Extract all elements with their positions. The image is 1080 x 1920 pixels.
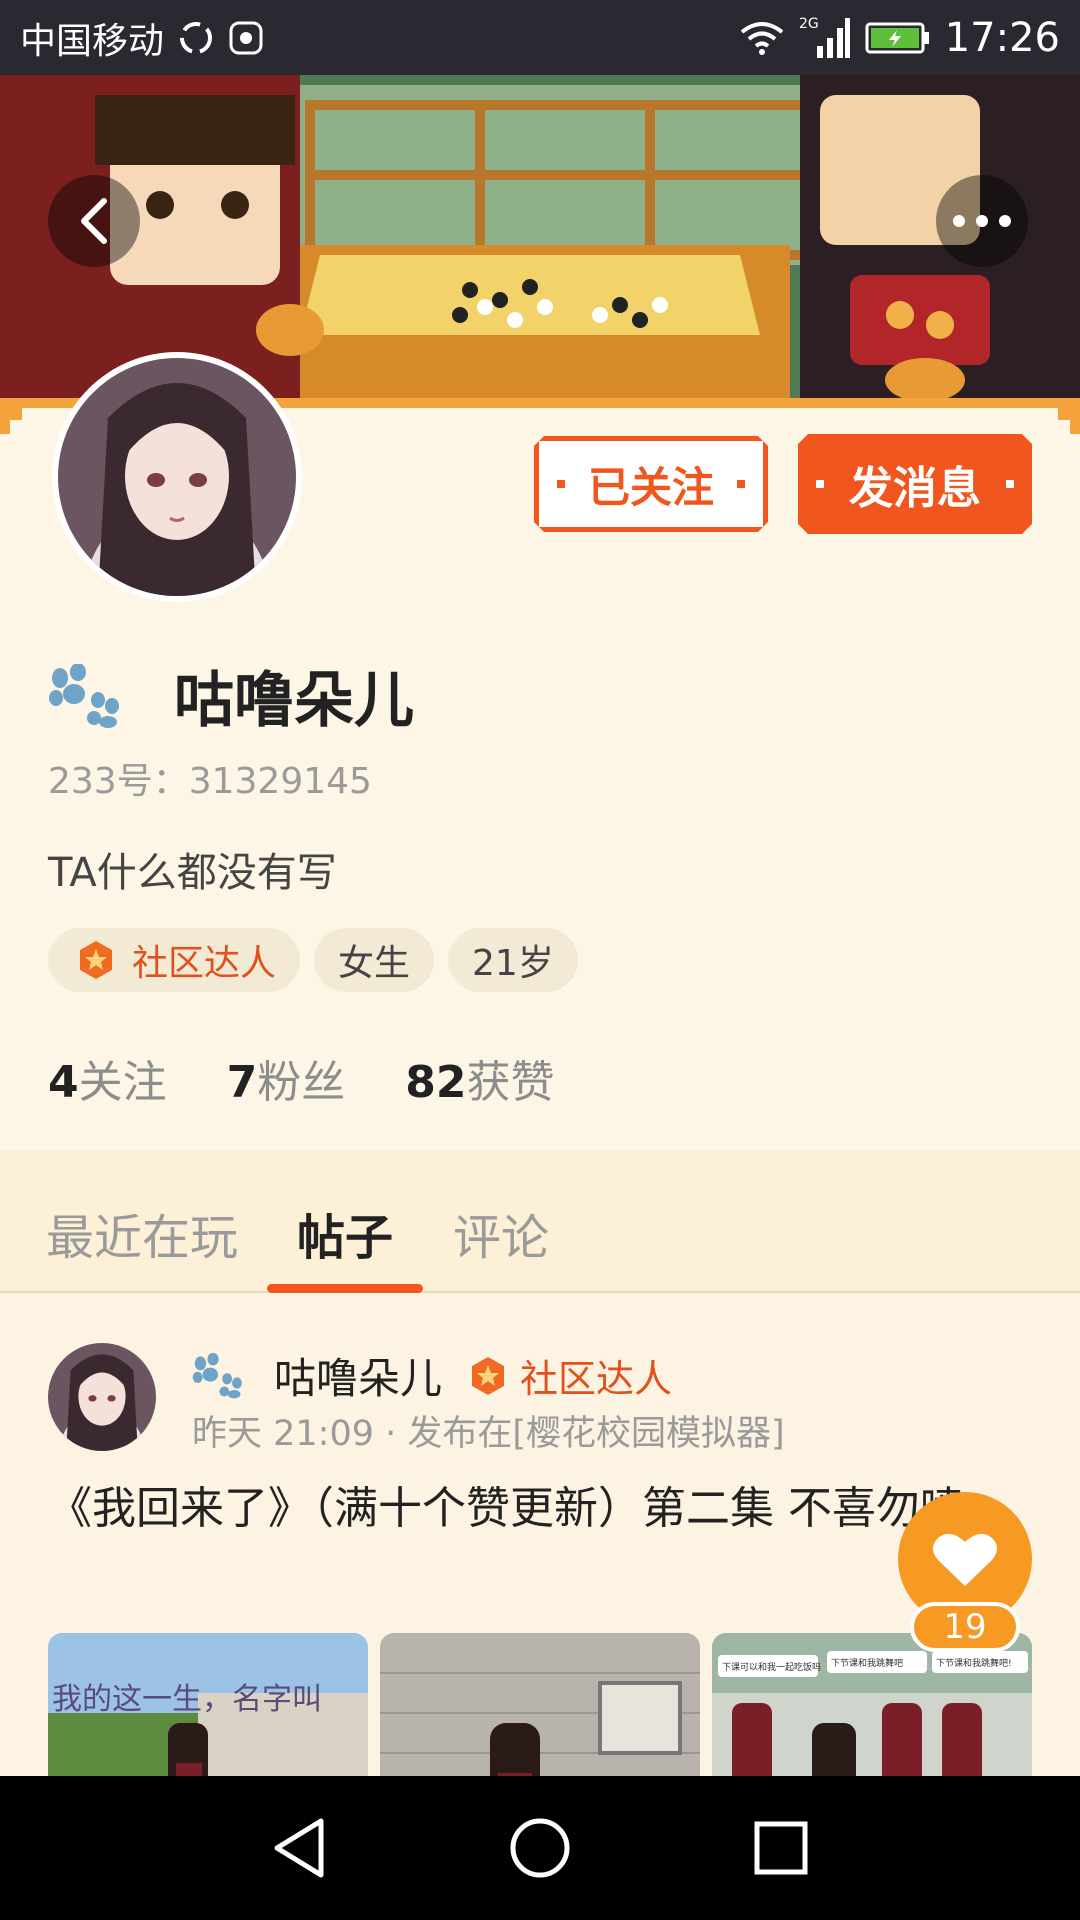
post-meta: 昨天 21:09 · 发布在[樱花校园模拟器] bbox=[192, 1414, 785, 1454]
avatar-image bbox=[58, 358, 296, 596]
fans-stat[interactable]: 7粉丝 bbox=[227, 1046, 346, 1110]
likes-label: 获赞 bbox=[466, 1057, 555, 1108]
profile-banner bbox=[0, 75, 1080, 400]
post-image-3[interactable]: 下课可以和我一起吃饭吗 下节课和我跳舞吧 下节课和我跳舞吧! bbox=[712, 1633, 1032, 1776]
expert-badge-icon bbox=[80, 941, 112, 979]
chevron-left-icon bbox=[81, 198, 107, 244]
community-expert-tag[interactable]: 社区达人 bbox=[48, 928, 301, 992]
avatar-image bbox=[48, 1343, 156, 1451]
post-images: 我的这一生，名字叫 下课可以和我一起吃饭吗 下节课和我跳舞吧 下节课和我跳舞吧! bbox=[48, 1633, 1032, 1776]
send-message-button-label: 发消息 bbox=[849, 463, 981, 514]
battery-icon bbox=[865, 21, 931, 55]
age-tag: 21岁 bbox=[448, 928, 578, 992]
post-image-1[interactable]: 我的这一生，名字叫 bbox=[48, 1633, 368, 1776]
profile-name: 咕噜朵儿 bbox=[174, 666, 414, 736]
followed-button-label: 已关注 bbox=[587, 462, 714, 512]
more-options-button[interactable] bbox=[936, 175, 1028, 267]
back-button[interactable] bbox=[48, 175, 140, 267]
speech-bubble-3: 下节课和我跳舞吧! bbox=[936, 1657, 1012, 1669]
more-dots-icon bbox=[953, 215, 1011, 227]
post-author-avatar[interactable] bbox=[48, 1343, 156, 1451]
paw-icon bbox=[49, 663, 119, 728]
decorative-dot bbox=[816, 480, 824, 488]
wifi-icon bbox=[739, 20, 785, 56]
expert-tag-label: 社区达人 bbox=[132, 943, 277, 984]
profile-tags: 社区达人 女生 21岁 bbox=[48, 928, 578, 992]
speech-bubble-2: 下节课和我跳舞吧 bbox=[831, 1657, 903, 1669]
speech-bubble-1: 下课可以和我一起吃饭吗 bbox=[722, 1661, 821, 1673]
nav-home-icon[interactable] bbox=[509, 1817, 571, 1879]
profile-name-row: 咕噜朵儿 bbox=[48, 652, 414, 739]
user-bio: TA什么都没有写 bbox=[48, 850, 337, 896]
profile-stats: 4关注 7粉丝 82获赞 bbox=[48, 1046, 554, 1110]
nav-back-icon[interactable] bbox=[271, 1817, 327, 1879]
likes-count: 82 bbox=[405, 1057, 467, 1108]
nav-recents-icon[interactable] bbox=[753, 1820, 809, 1876]
tab-posts[interactable]: 帖子 bbox=[297, 1198, 393, 1268]
following-stat[interactable]: 4关注 bbox=[48, 1046, 167, 1110]
post-title[interactable]: 《我回来了》（满十个赞更新）第二集 不喜勿喷 bbox=[48, 1481, 1028, 1537]
post-author-name[interactable]: 咕噜朵儿 bbox=[274, 1345, 442, 1406]
likes-stat: 82获赞 bbox=[405, 1046, 554, 1110]
network-type: 2G bbox=[799, 16, 819, 32]
sync-icon bbox=[178, 20, 214, 56]
user-id: 233号：31329145 bbox=[48, 761, 372, 802]
signal-icon: 2G bbox=[799, 16, 851, 60]
heart-icon bbox=[933, 1533, 997, 1586]
like-count: 19 bbox=[910, 1602, 1020, 1652]
status-bar: 中国移动 2G 17:26 bbox=[0, 0, 1080, 75]
app-notification-icon bbox=[228, 20, 264, 56]
banner-artwork bbox=[0, 75, 1080, 400]
gender-tag: 女生 bbox=[314, 928, 435, 992]
decorative-dot bbox=[737, 480, 745, 488]
active-tab-indicator bbox=[267, 1284, 423, 1293]
decorative-dot bbox=[1006, 480, 1014, 488]
following-count: 4 bbox=[48, 1057, 79, 1108]
image-overlay-text: 我的这一生，名字叫 bbox=[52, 1682, 322, 1717]
post-image-1-art: 我的这一生，名字叫 bbox=[48, 1633, 368, 1776]
fans-count: 7 bbox=[226, 1057, 258, 1108]
system-nav-bar bbox=[0, 1776, 1080, 1920]
followed-button[interactable]: 已关注 bbox=[534, 436, 768, 532]
clock: 17:26 bbox=[944, 14, 1060, 61]
tab-recently-played[interactable]: 最近在玩 bbox=[46, 1198, 238, 1268]
fans-label: 粉丝 bbox=[257, 1057, 346, 1108]
send-message-button[interactable]: 发消息 bbox=[798, 434, 1032, 534]
decorative-dot bbox=[557, 480, 565, 488]
post-header: 咕噜朵儿 社区达人 bbox=[192, 1345, 672, 1406]
post-image-2[interactable] bbox=[380, 1633, 700, 1776]
post-image-3-art: 下课可以和我一起吃饭吗 下节课和我跳舞吧 下节课和我跳舞吧! bbox=[712, 1633, 1032, 1776]
post-image-2-art bbox=[380, 1633, 700, 1776]
expert-badge-icon bbox=[472, 1356, 505, 1395]
profile-avatar[interactable] bbox=[52, 352, 302, 602]
carrier-label: 中国移动 bbox=[20, 20, 165, 62]
profile-tabs: 最近在玩 帖子 评论 bbox=[0, 1150, 1080, 1293]
post-author-badge: 社区达人 bbox=[520, 1357, 673, 1401]
paw-icon bbox=[192, 1352, 242, 1398]
tab-comments[interactable]: 评论 bbox=[453, 1198, 549, 1268]
following-label: 关注 bbox=[78, 1057, 167, 1108]
